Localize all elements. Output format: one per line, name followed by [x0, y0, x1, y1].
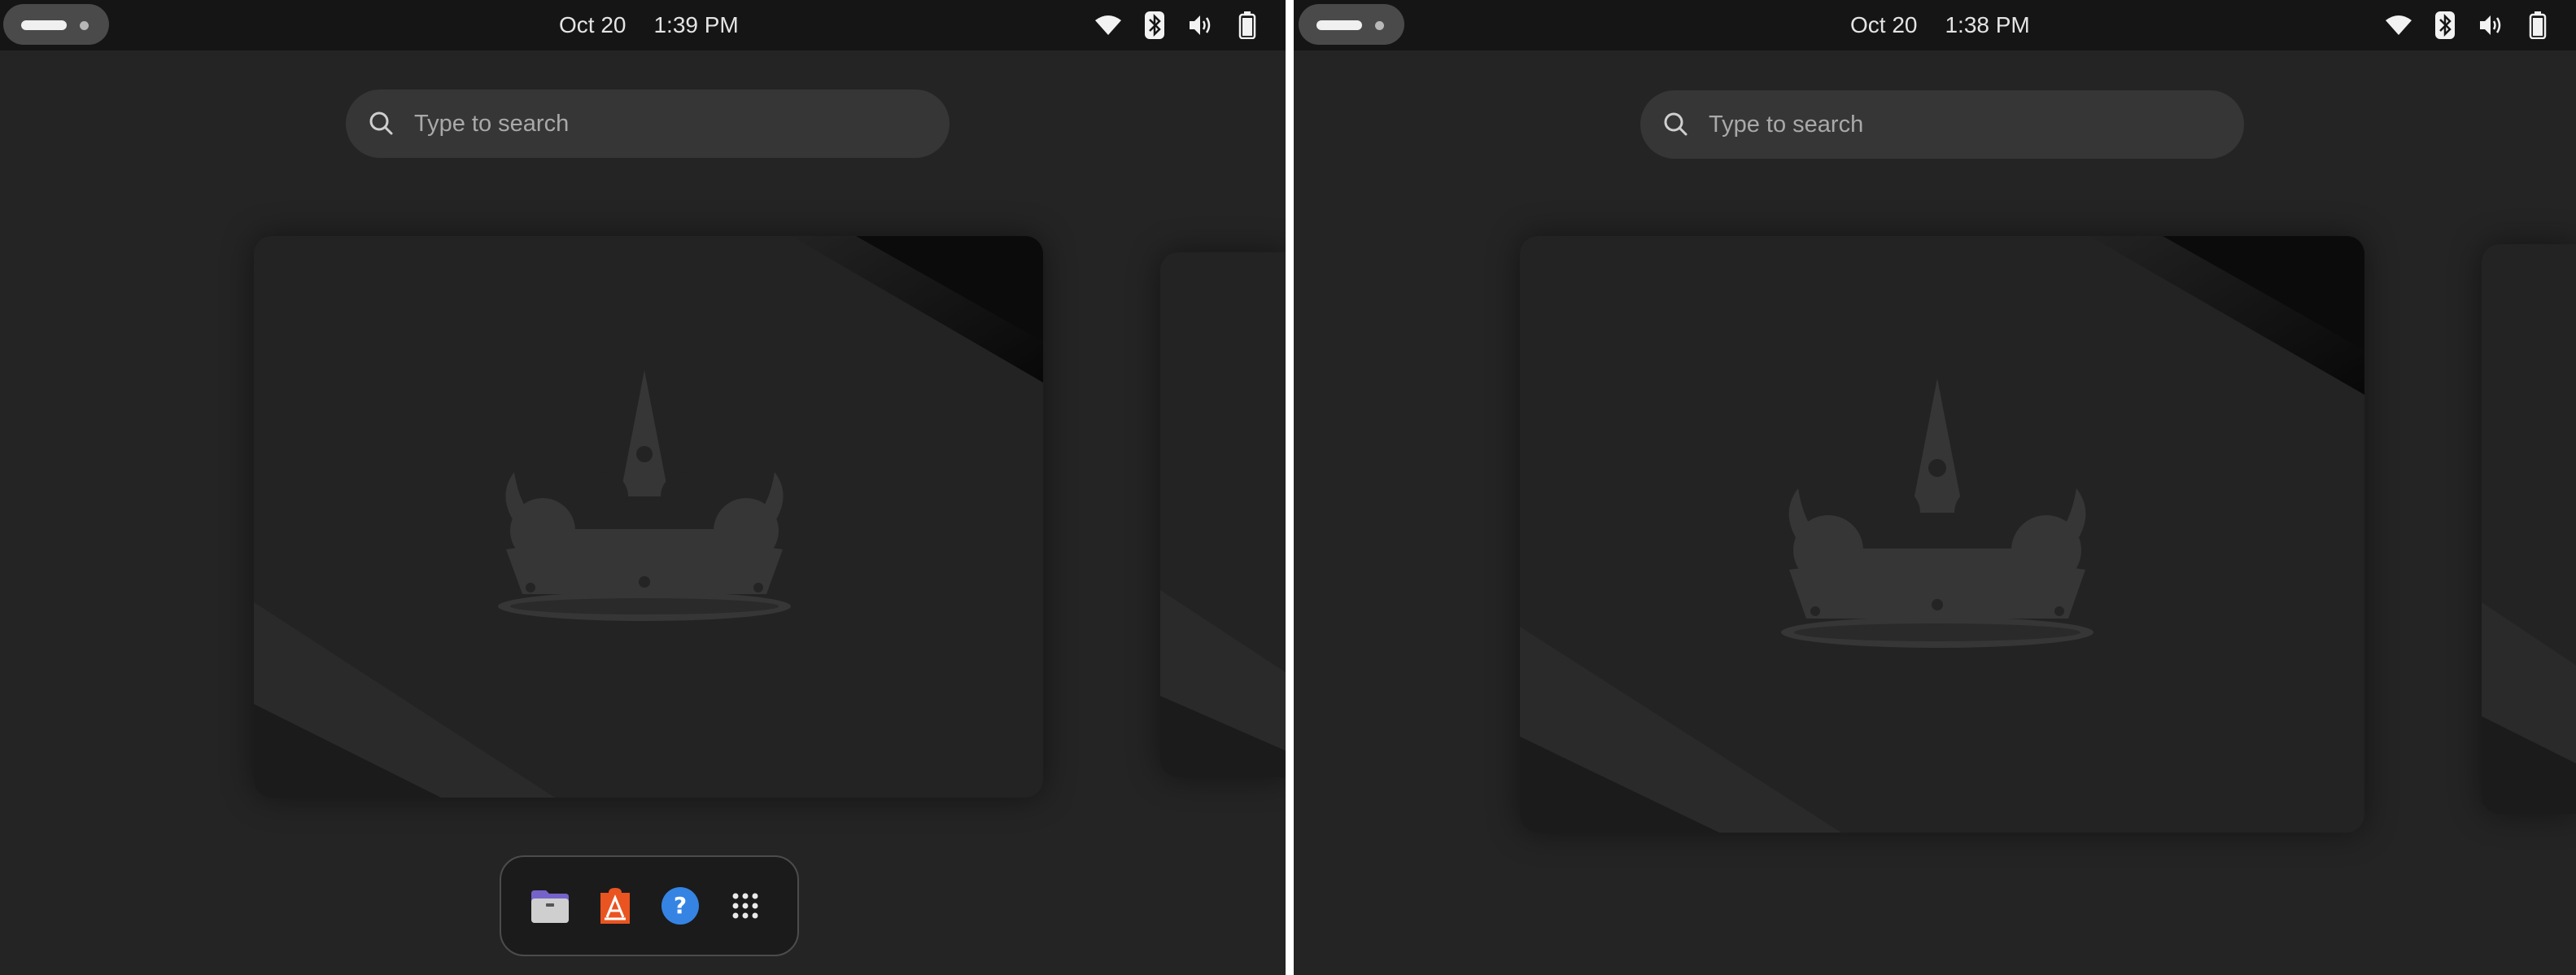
help-icon: ?	[661, 887, 699, 925]
svg-text:?: ?	[674, 892, 687, 919]
wifi-icon	[2382, 9, 2415, 42]
time-label: 1:38 PM	[1945, 12, 2030, 37]
bluetooth-icon	[1138, 9, 1171, 42]
search-placeholder: Type to search	[414, 111, 570, 137]
search-field[interactable]: Type to search	[346, 90, 950, 158]
date-label: Oct 20	[1850, 12, 1918, 37]
workspace-indicator	[80, 21, 89, 30]
dash: ?	[500, 855, 799, 956]
wallpaper	[1520, 236, 2364, 833]
date-label: Oct 20	[559, 12, 627, 37]
volume-icon	[1185, 9, 1217, 42]
help-launcher[interactable]: ?	[656, 881, 705, 930]
volume-icon	[2475, 9, 2508, 42]
app-center-launcher[interactable]	[591, 881, 640, 930]
wallpaper-peek	[2482, 244, 2576, 814]
screen-divider	[1286, 0, 1294, 975]
show-apps-button[interactable]	[721, 881, 770, 930]
workspace-indicator-active	[1316, 20, 1362, 30]
activities-button[interactable]	[3, 4, 109, 45]
next-workspace-thumbnail[interactable]	[2482, 244, 2576, 814]
wifi-icon	[1092, 9, 1124, 42]
wallpaper	[254, 236, 1043, 798]
battery-icon	[2521, 9, 2554, 42]
workspace-thumbnail[interactable]	[254, 236, 1043, 798]
bluetooth-icon	[2429, 9, 2461, 42]
show-apps-icon	[732, 893, 758, 919]
clock-button[interactable]: Oct 20 1:39 PM	[559, 0, 739, 50]
next-workspace-thumbnail[interactable]	[1160, 252, 1286, 777]
files-launcher[interactable]	[526, 881, 574, 930]
search-icon	[1664, 112, 1687, 136]
files-icon	[531, 890, 569, 923]
battery-icon	[1231, 9, 1264, 42]
app-center-icon	[600, 888, 630, 924]
screen-right: Oct 20 1:38 PM Type to search	[1294, 0, 2576, 975]
search-placeholder: Type to search	[1709, 111, 1864, 138]
clock-button[interactable]: Oct 20 1:38 PM	[1850, 0, 2030, 50]
search-field[interactable]: Type to search	[1640, 90, 2244, 159]
system-tray[interactable]	[2382, 0, 2554, 50]
workspace-thumbnail[interactable]	[1520, 236, 2364, 833]
screen-left: Oct 20 1:39 PM Type to search ?	[0, 0, 1286, 975]
wallpaper-peek	[1160, 252, 1286, 777]
system-tray[interactable]	[1092, 0, 1264, 50]
workspace-indicator-active	[21, 20, 67, 30]
activities-button[interactable]	[1299, 4, 1404, 45]
time-label: 1:39 PM	[653, 12, 739, 37]
workspace-indicator	[1375, 21, 1384, 30]
top-bar: Oct 20 1:38 PM	[1294, 0, 2576, 50]
search-icon	[369, 111, 393, 135]
top-bar: Oct 20 1:39 PM	[0, 0, 1286, 50]
